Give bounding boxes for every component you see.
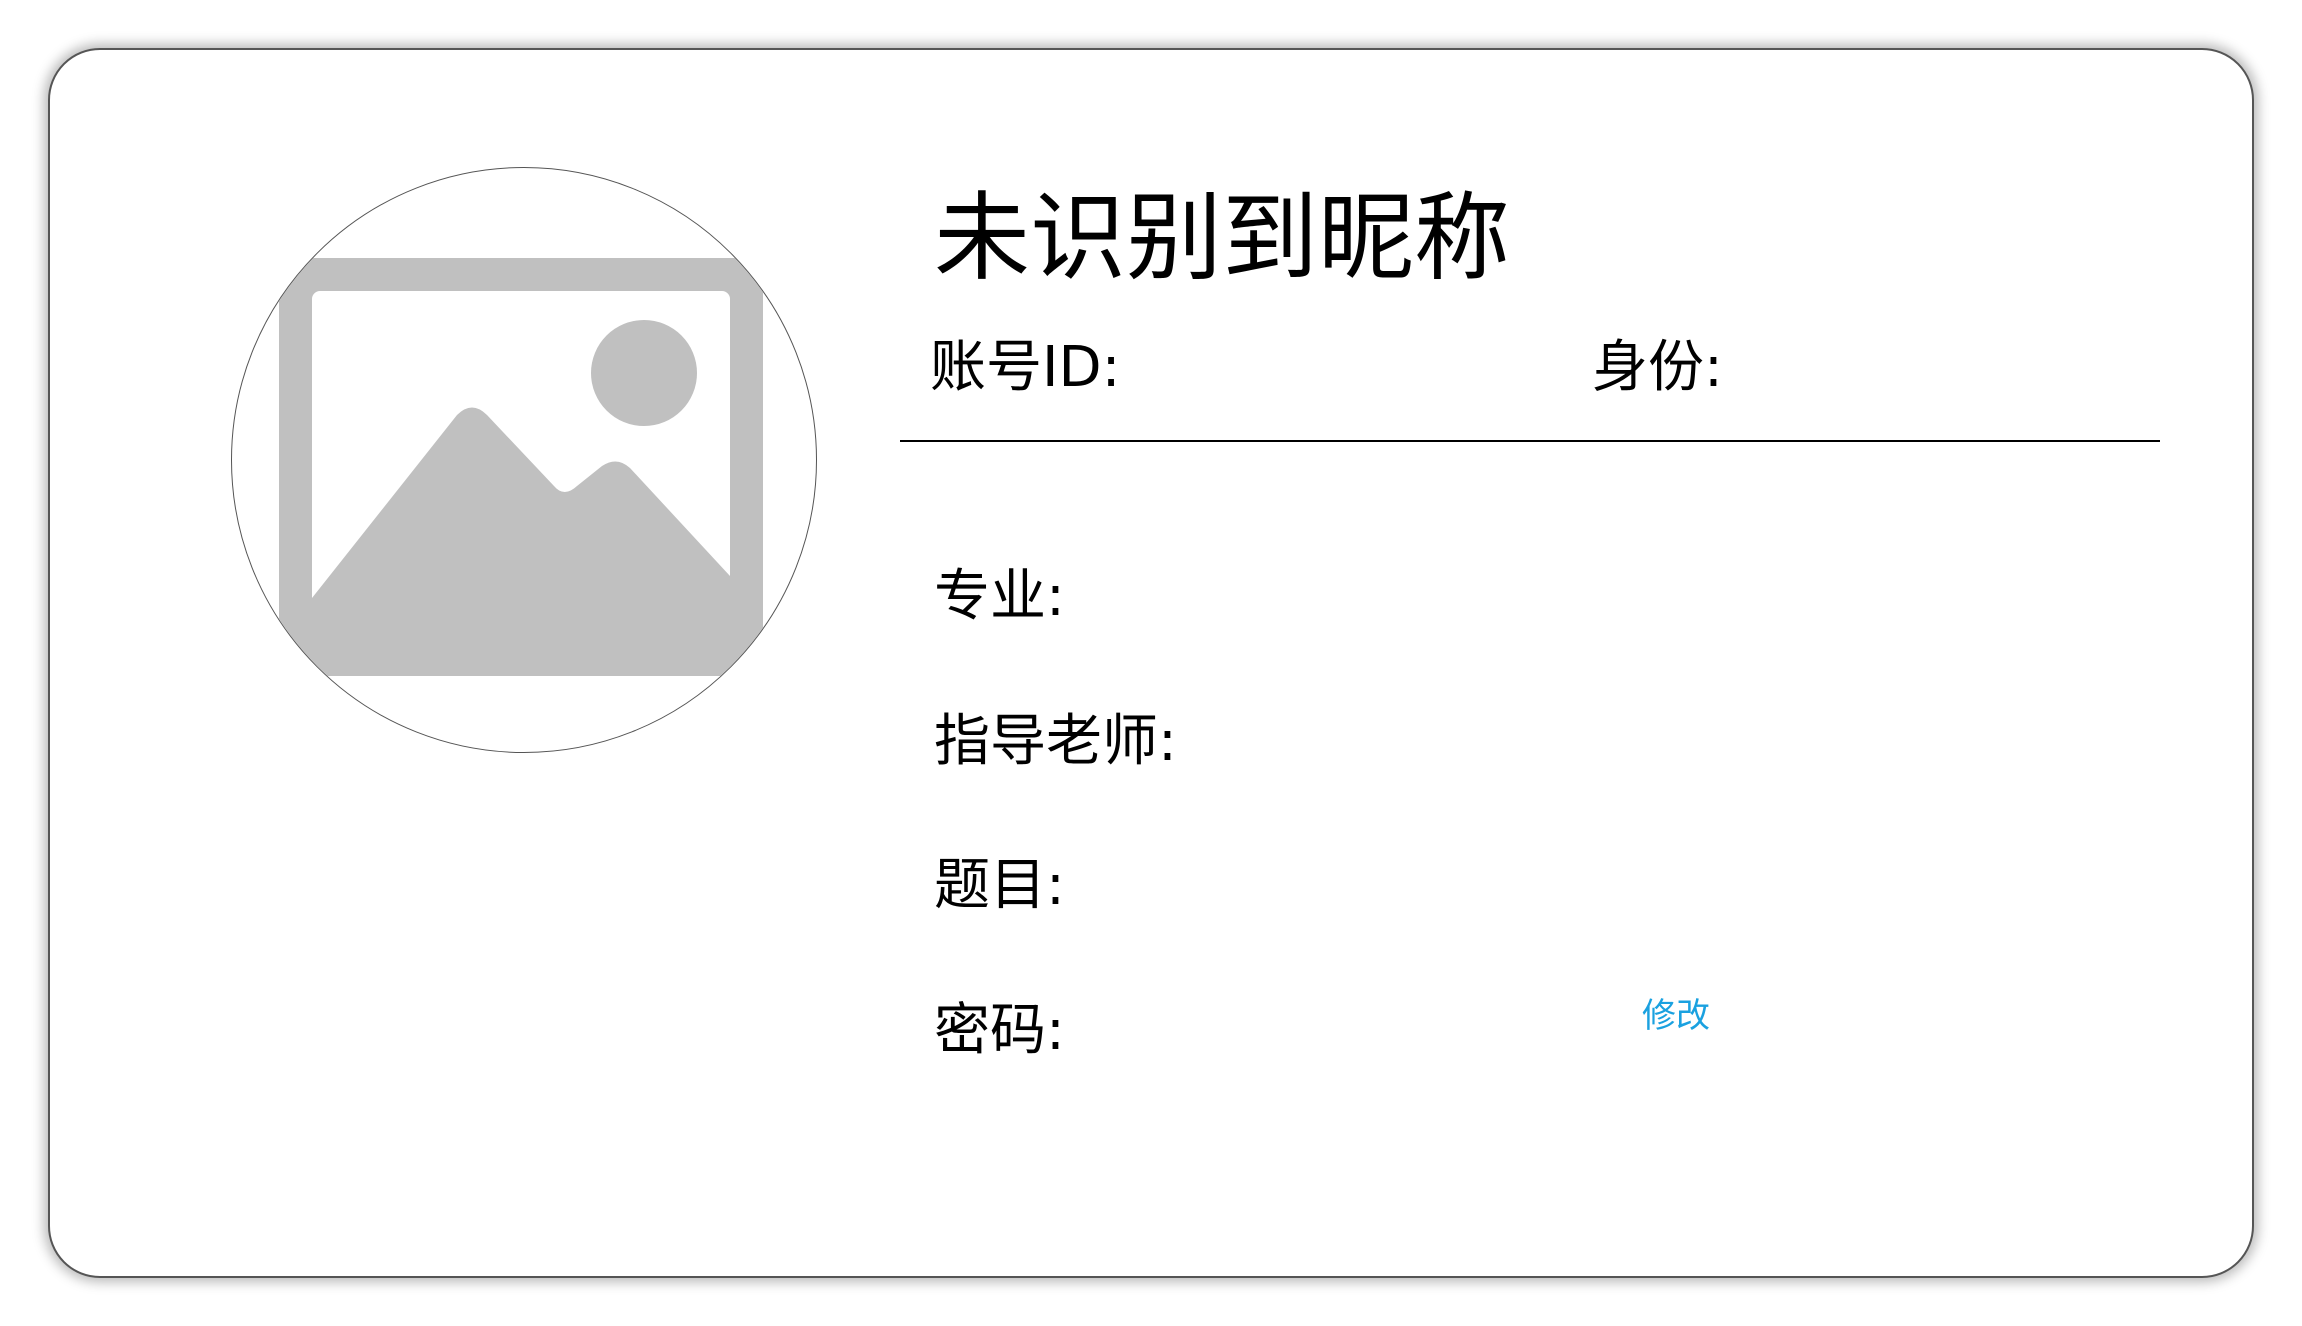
page: 未识别到昵称 账号ID: 身份: 专业: 指导老师: 题目: 密码: 修改 <box>0 0 2302 1326</box>
image-placeholder-icon <box>279 258 763 676</box>
advisor-label: 指导老师: <box>934 709 1177 774</box>
avatar[interactable] <box>231 167 817 753</box>
divider <box>900 440 2160 442</box>
major-label: 专业: <box>934 564 1065 629</box>
topic-label: 题目: <box>934 853 1065 918</box>
account-id-label: 账号ID: <box>930 335 1121 400</box>
password-label: 密码: <box>934 998 1065 1063</box>
profile-card: 未识别到昵称 账号ID: 身份: 专业: 指导老师: 题目: 密码: 修改 <box>48 48 2254 1278</box>
edit-password-link[interactable]: 修改 <box>1642 994 1710 1038</box>
nickname-title: 未识别到昵称 <box>934 182 1510 294</box>
role-label: 身份: <box>1592 335 1723 400</box>
